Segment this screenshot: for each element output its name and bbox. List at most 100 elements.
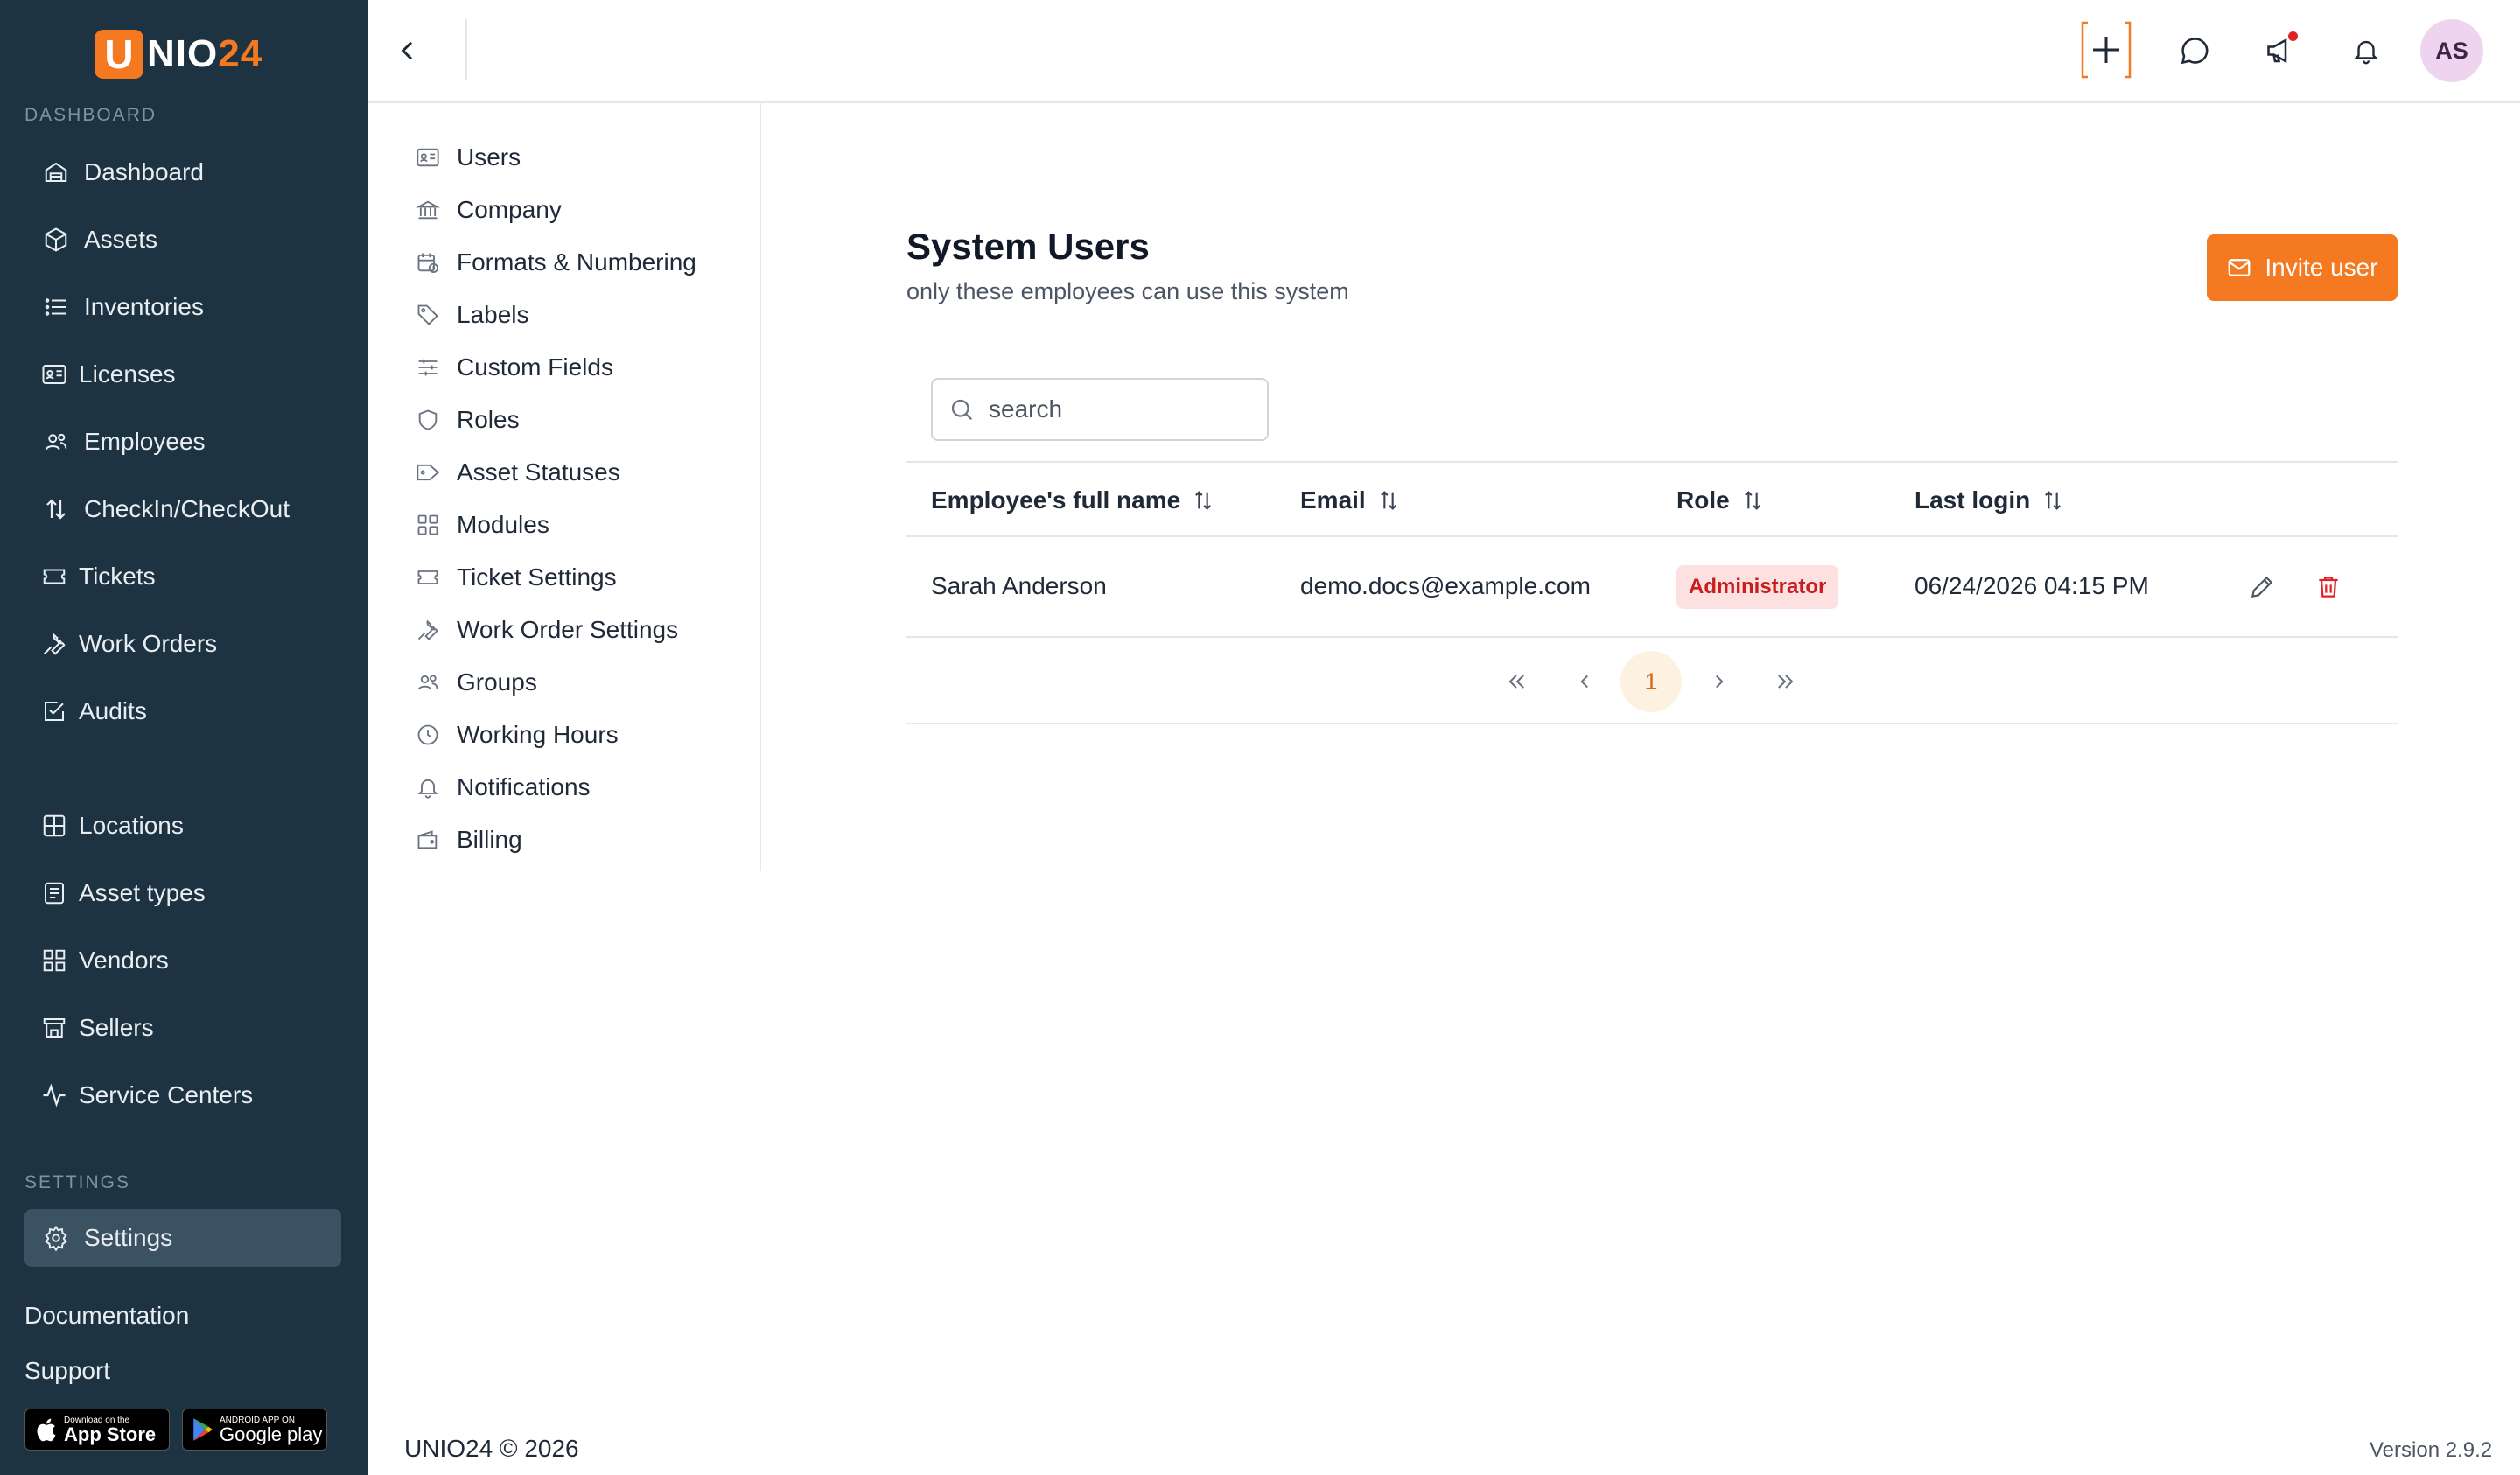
- documentation-link[interactable]: Documentation: [24, 1302, 189, 1330]
- sidebar-item-label: Locations: [79, 812, 184, 839]
- settings-menu-label: Ticket Settings: [457, 563, 617, 591]
- delete-user-button[interactable]: [2306, 565, 2350, 609]
- column-header-last-login[interactable]: Last login: [1914, 478, 2065, 523]
- last-page-button[interactable]: [1755, 651, 1816, 712]
- gear-icon: [40, 1222, 72, 1254]
- notifications-button[interactable]: [2342, 26, 2390, 75]
- support-link[interactable]: Support: [24, 1357, 110, 1385]
- settings-menu-custom-fields[interactable]: Custom Fields: [415, 345, 613, 390]
- sidebar-item-dashboard[interactable]: Dashboard: [24, 143, 341, 201]
- settings-menu-work-order-settings[interactable]: Work Order Settings: [415, 607, 678, 653]
- chevrons-left-icon: [1504, 669, 1529, 694]
- settings-menu-label: Modules: [457, 511, 550, 538]
- settings-section-label: SETTINGS: [24, 1172, 131, 1192]
- sidebar-item-assets[interactable]: Assets: [24, 211, 341, 269]
- settings-menu-ticket-settings[interactable]: Ticket Settings: [415, 555, 617, 600]
- settings-menu-users[interactable]: Users: [415, 135, 521, 180]
- sidebar-item-vendors[interactable]: Vendors: [24, 932, 341, 989]
- settings-menu-label: Custom Fields: [457, 353, 613, 381]
- sidebar-item-checkin-checkout[interactable]: CheckIn/CheckOut: [24, 480, 341, 538]
- settings-menu-notifications[interactable]: Notifications: [415, 765, 591, 810]
- settings-menu-asset-statuses[interactable]: Asset Statuses: [415, 450, 620, 495]
- next-page-button[interactable]: [1689, 651, 1750, 712]
- prev-page-button[interactable]: [1554, 651, 1615, 712]
- settings-menu-billing[interactable]: Billing: [415, 817, 522, 863]
- user-card-icon: [415, 144, 441, 171]
- calendar-clock-icon: [415, 249, 441, 276]
- chat-icon: [2179, 35, 2210, 66]
- column-header-role[interactable]: Role: [1676, 478, 1765, 523]
- sidebar-item-label: Inventories: [84, 293, 204, 320]
- chat-button[interactable]: [2170, 26, 2219, 75]
- settings-menu-company[interactable]: Company: [415, 187, 562, 233]
- sidebar-item-settings[interactable]: Settings: [24, 1209, 341, 1267]
- footer-version: Version 2.9.2: [2370, 1438, 2493, 1462]
- cell-email: demo.docs@example.com: [1300, 572, 1591, 599]
- search-field[interactable]: [931, 378, 1269, 441]
- column-header-email[interactable]: Email: [1300, 478, 1401, 523]
- plus-icon: [2076, 19, 2137, 80]
- sidebar-item-asset-types[interactable]: Asset types: [24, 864, 341, 922]
- settings-menu-groups[interactable]: Groups: [415, 660, 537, 705]
- users-icon: [415, 669, 441, 696]
- logo-text: NIO24: [147, 32, 262, 76]
- page-number-button[interactable]: 1: [1620, 651, 1682, 712]
- app-logo[interactable]: U NIO24: [94, 30, 262, 79]
- sidebar-item-tickets[interactable]: Tickets: [24, 548, 341, 605]
- app-store-badge[interactable]: Download on the App Store: [24, 1409, 170, 1451]
- bell-icon: [2351, 36, 2381, 66]
- pencil-icon: [2248, 573, 2276, 601]
- box-icon: [40, 224, 72, 255]
- sidebar-item-audits[interactable]: Audits: [24, 682, 341, 740]
- page-subtitle: only these employees can use this system: [906, 278, 1349, 304]
- chevron-right-icon: [1708, 670, 1731, 693]
- dashboard-section-label: DASHBOARD: [24, 105, 158, 125]
- edit-user-button[interactable]: [2240, 565, 2284, 609]
- settings-menu-working-hours[interactable]: Working Hours: [415, 712, 619, 758]
- first-page-button[interactable]: [1486, 651, 1547, 712]
- announcements-button[interactable]: [2256, 26, 2305, 75]
- mail-icon: [2226, 255, 2252, 281]
- topbar-divider: [466, 19, 467, 80]
- list-icon: [40, 291, 72, 323]
- settings-menu: Users Company Formats & Numbering Labels…: [368, 101, 761, 871]
- sidebar-item-employees[interactable]: Employees: [24, 413, 341, 471]
- quick-add-button[interactable]: [2076, 19, 2137, 80]
- sidebar-item-label: Settings: [84, 1224, 173, 1251]
- settings-menu-formats-numbering[interactable]: Formats & Numbering: [415, 240, 696, 285]
- sort-icon: [2040, 488, 2065, 513]
- checkbox-icon: [38, 696, 70, 727]
- sidebar-item-sellers[interactable]: Sellers: [24, 999, 341, 1057]
- grid-icon: [38, 810, 70, 842]
- settings-menu-labels[interactable]: Labels: [415, 292, 529, 338]
- search-input[interactable]: [987, 395, 1253, 424]
- sidebar-item-label: Vendors: [79, 947, 169, 974]
- column-header-name[interactable]: Employee's full name: [931, 478, 1215, 523]
- ticket-icon: [415, 564, 441, 591]
- sidebar-item-service-centers[interactable]: Service Centers: [24, 1066, 341, 1124]
- invite-user-button[interactable]: Invite user: [2207, 234, 2398, 301]
- back-button[interactable]: [387, 30, 429, 72]
- sidebar-item-label: CheckIn/CheckOut: [84, 495, 290, 522]
- sidebar-item-work-orders[interactable]: Work Orders: [24, 615, 341, 673]
- tag-icon: [415, 459, 441, 486]
- sidebar-item-inventories[interactable]: Inventories: [24, 278, 341, 336]
- user-avatar[interactable]: AS: [2420, 19, 2483, 82]
- sort-icon: [1191, 488, 1215, 513]
- cell-name: Sarah Anderson: [931, 572, 1107, 599]
- google-play-main: Google play: [220, 1423, 323, 1445]
- sidebar-item-label: Asset types: [79, 879, 206, 906]
- settings-menu-label: Billing: [457, 826, 522, 853]
- sidebar-item-licenses[interactable]: Licenses: [24, 346, 341, 403]
- settings-menu-modules[interactable]: Modules: [415, 502, 550, 548]
- google-play-badge[interactable]: ANDROID APP ON Google play: [182, 1409, 327, 1451]
- column-header-label: Employee's full name: [931, 486, 1181, 514]
- wallet-icon: [415, 827, 441, 853]
- role-badge: Administrator: [1676, 565, 1839, 609]
- shield-icon: [415, 407, 441, 433]
- trash-icon: [2314, 573, 2342, 601]
- notification-dot: [2288, 31, 2298, 41]
- settings-menu-roles[interactable]: Roles: [415, 397, 520, 443]
- sidebar-item-label: Sellers: [79, 1014, 154, 1041]
- sidebar-item-locations[interactable]: Locations: [24, 797, 341, 855]
